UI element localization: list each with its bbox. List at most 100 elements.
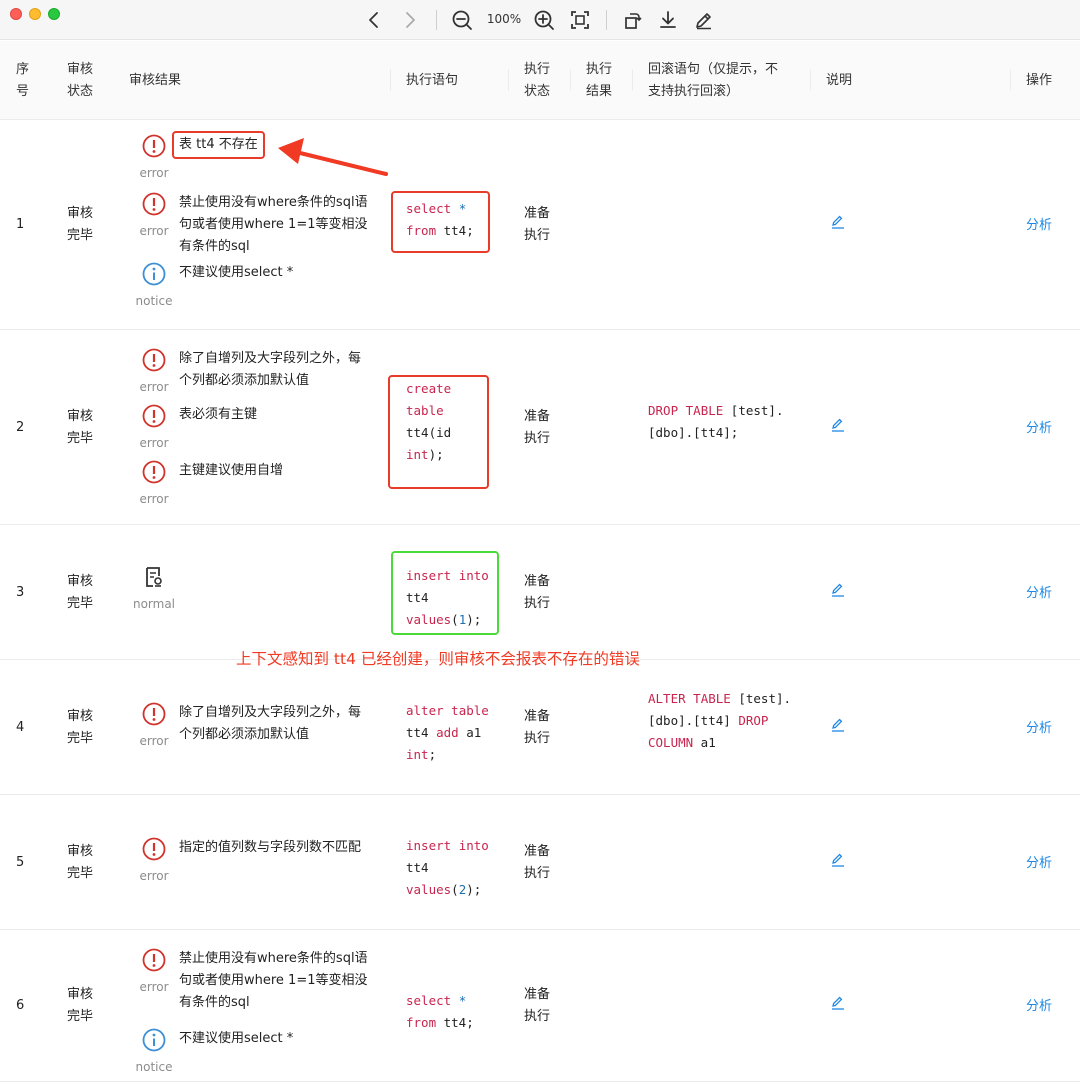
download-button[interactable]	[656, 8, 680, 32]
edit-icon[interactable]	[831, 418, 845, 432]
row-exec-status: 准备 执行	[524, 206, 551, 243]
row-audit-status: 审核 完毕	[67, 708, 94, 746]
highlight-box-sql-2	[388, 375, 489, 489]
audit-level-label: error	[139, 166, 169, 180]
header-action: 操作	[1026, 72, 1053, 88]
row-audit-status: 审核 完毕	[67, 843, 94, 881]
header-divider	[390, 69, 391, 91]
row-seq: 3	[16, 584, 25, 600]
chevron-left-icon	[369, 12, 378, 28]
edit-icon[interactable]	[831, 215, 845, 229]
error-icon	[142, 948, 166, 972]
audit-message: 主键建议使用自增	[179, 463, 284, 478]
row-seq: 5	[16, 854, 25, 870]
header-divider	[810, 69, 811, 91]
zoom-in-button[interactable]	[532, 8, 556, 32]
info-icon	[142, 1028, 166, 1052]
error-icon	[142, 702, 166, 726]
zoom-out-button[interactable]	[450, 8, 474, 32]
download-icon	[660, 11, 676, 28]
audit-message: 除了自增列及大字段列之外，每 个列都必须添加默认值	[179, 705, 362, 742]
info-icon	[142, 262, 166, 286]
header-divider	[570, 69, 571, 91]
edit-icon[interactable]	[831, 718, 845, 732]
close-window-button[interactable]	[10, 8, 22, 20]
forward-button[interactable]	[398, 8, 422, 32]
analyze-link[interactable]: 分析	[1026, 717, 1052, 736]
window-titlebar: 100%	[0, 0, 1080, 40]
maximize-window-button[interactable]	[48, 8, 60, 20]
rollback-sql: ALTER TABLE [test]. [dbo].[tt4] DROP COLUM…	[648, 691, 792, 750]
row-seq: 4	[16, 719, 25, 735]
row-exec-status: 准备 执行	[524, 708, 551, 746]
minimize-window-button[interactable]	[29, 8, 41, 20]
highlight-box-sql-3	[391, 551, 499, 635]
audit-level-label: normal	[132, 597, 176, 611]
chevron-right-icon	[406, 12, 415, 28]
audit-message: 禁止使用没有where条件的sql语 句或者使用where 1=1等变相没 有条件的…	[179, 951, 368, 1010]
row-seq: 6	[16, 998, 25, 1013]
zoom-out-icon	[452, 10, 472, 30]
row-exec-status: 准备 执行	[524, 573, 551, 611]
audit-message: 指定的值列数与字段列数不匹配	[179, 840, 362, 855]
header-desc: 说明	[826, 72, 853, 88]
row-seq: 1	[16, 217, 25, 232]
audit-level-label: error	[139, 436, 169, 450]
header-divider	[1010, 69, 1011, 91]
toolbar-divider	[606, 10, 607, 30]
zoom-level: 100%	[486, 12, 522, 26]
header-exec-result: 执行 结果	[586, 61, 613, 99]
analyze-link[interactable]: 分析	[1026, 852, 1052, 871]
error-icon	[142, 192, 166, 216]
exec-sql: select * from tt4;	[406, 993, 474, 1030]
audit-level-label: error	[139, 869, 169, 883]
rollback-sql: DROP TABLE [test]. [dbo].[tt4];	[648, 403, 784, 440]
audit-message: 表必须有主键	[179, 407, 258, 422]
header-exec-status: 执行 状态	[524, 61, 551, 99]
row-audit-status: 审核 完毕	[67, 206, 94, 243]
audit-level-label: notice	[135, 294, 173, 308]
row-audit-status: 审核 完毕	[67, 573, 94, 611]
audit-level-label: error	[139, 380, 169, 394]
rotate-button[interactable]	[620, 8, 644, 32]
highlight-box-table-missing	[172, 131, 265, 159]
header-rollback: 回滚语句（仅提示，不 支持执行回滚）	[648, 61, 779, 99]
header-exec-sql: 执行语句	[406, 72, 459, 88]
header-divider	[508, 69, 509, 91]
header-divider	[632, 69, 633, 91]
row-audit-status: 审核 完毕	[67, 987, 94, 1024]
analyze-link[interactable]: 分析	[1026, 582, 1052, 601]
audit-message: 不建议使用select *	[179, 1031, 294, 1046]
row-audit-status: 审核 完毕	[67, 408, 94, 446]
analyze-link[interactable]: 分析	[1026, 214, 1052, 233]
row-seq: 2	[16, 419, 25, 435]
error-icon	[142, 134, 166, 158]
audit-level-label: notice	[135, 1060, 173, 1074]
table-row: 6 审核 完毕 error 禁止使用没有where条件的sql语 句或者使用where 1…	[0, 930, 1080, 1082]
audit-level-label: error	[139, 734, 169, 748]
table-row: 2 审核 完毕 error 除了自增列及大字段列之外，每 个列都必须添加默认值 error 表…	[0, 330, 1080, 525]
fit-screen-button[interactable]	[568, 8, 592, 32]
row-exec-status: 准备 执行	[524, 843, 551, 881]
analyze-link[interactable]: 分析	[1026, 995, 1052, 1014]
markup-button[interactable]	[692, 8, 716, 32]
audit-level-label: error	[139, 980, 169, 994]
error-icon	[142, 404, 166, 428]
audit-message: 不建议使用select *	[179, 265, 294, 280]
exec-sql: alter table tt4 add a1 int;	[406, 703, 489, 762]
fit-screen-icon	[571, 11, 589, 29]
rotate-icon	[625, 13, 642, 29]
header-audit-status: 审核 状态	[67, 61, 94, 99]
zoom-in-icon	[534, 10, 554, 30]
edit-icon[interactable]	[831, 583, 845, 597]
edit-icon[interactable]	[831, 853, 845, 867]
error-icon	[142, 348, 166, 372]
back-button[interactable]	[362, 8, 386, 32]
analyze-link[interactable]: 分析	[1026, 417, 1052, 436]
table-row: 1 审核 完毕 error 表 tt4 不存在 error 禁止使用没有where条件的sq…	[0, 120, 1080, 330]
highlight-box-sql-1	[391, 191, 490, 253]
audit-level-label: error	[139, 224, 169, 238]
table-row: 4 审核 完毕 error 除了自增列及大字段列之外，每 个列都必须添加默认值 alter …	[0, 660, 1080, 795]
edit-icon[interactable]	[831, 996, 845, 1010]
row-exec-status: 准备 执行	[524, 408, 551, 446]
